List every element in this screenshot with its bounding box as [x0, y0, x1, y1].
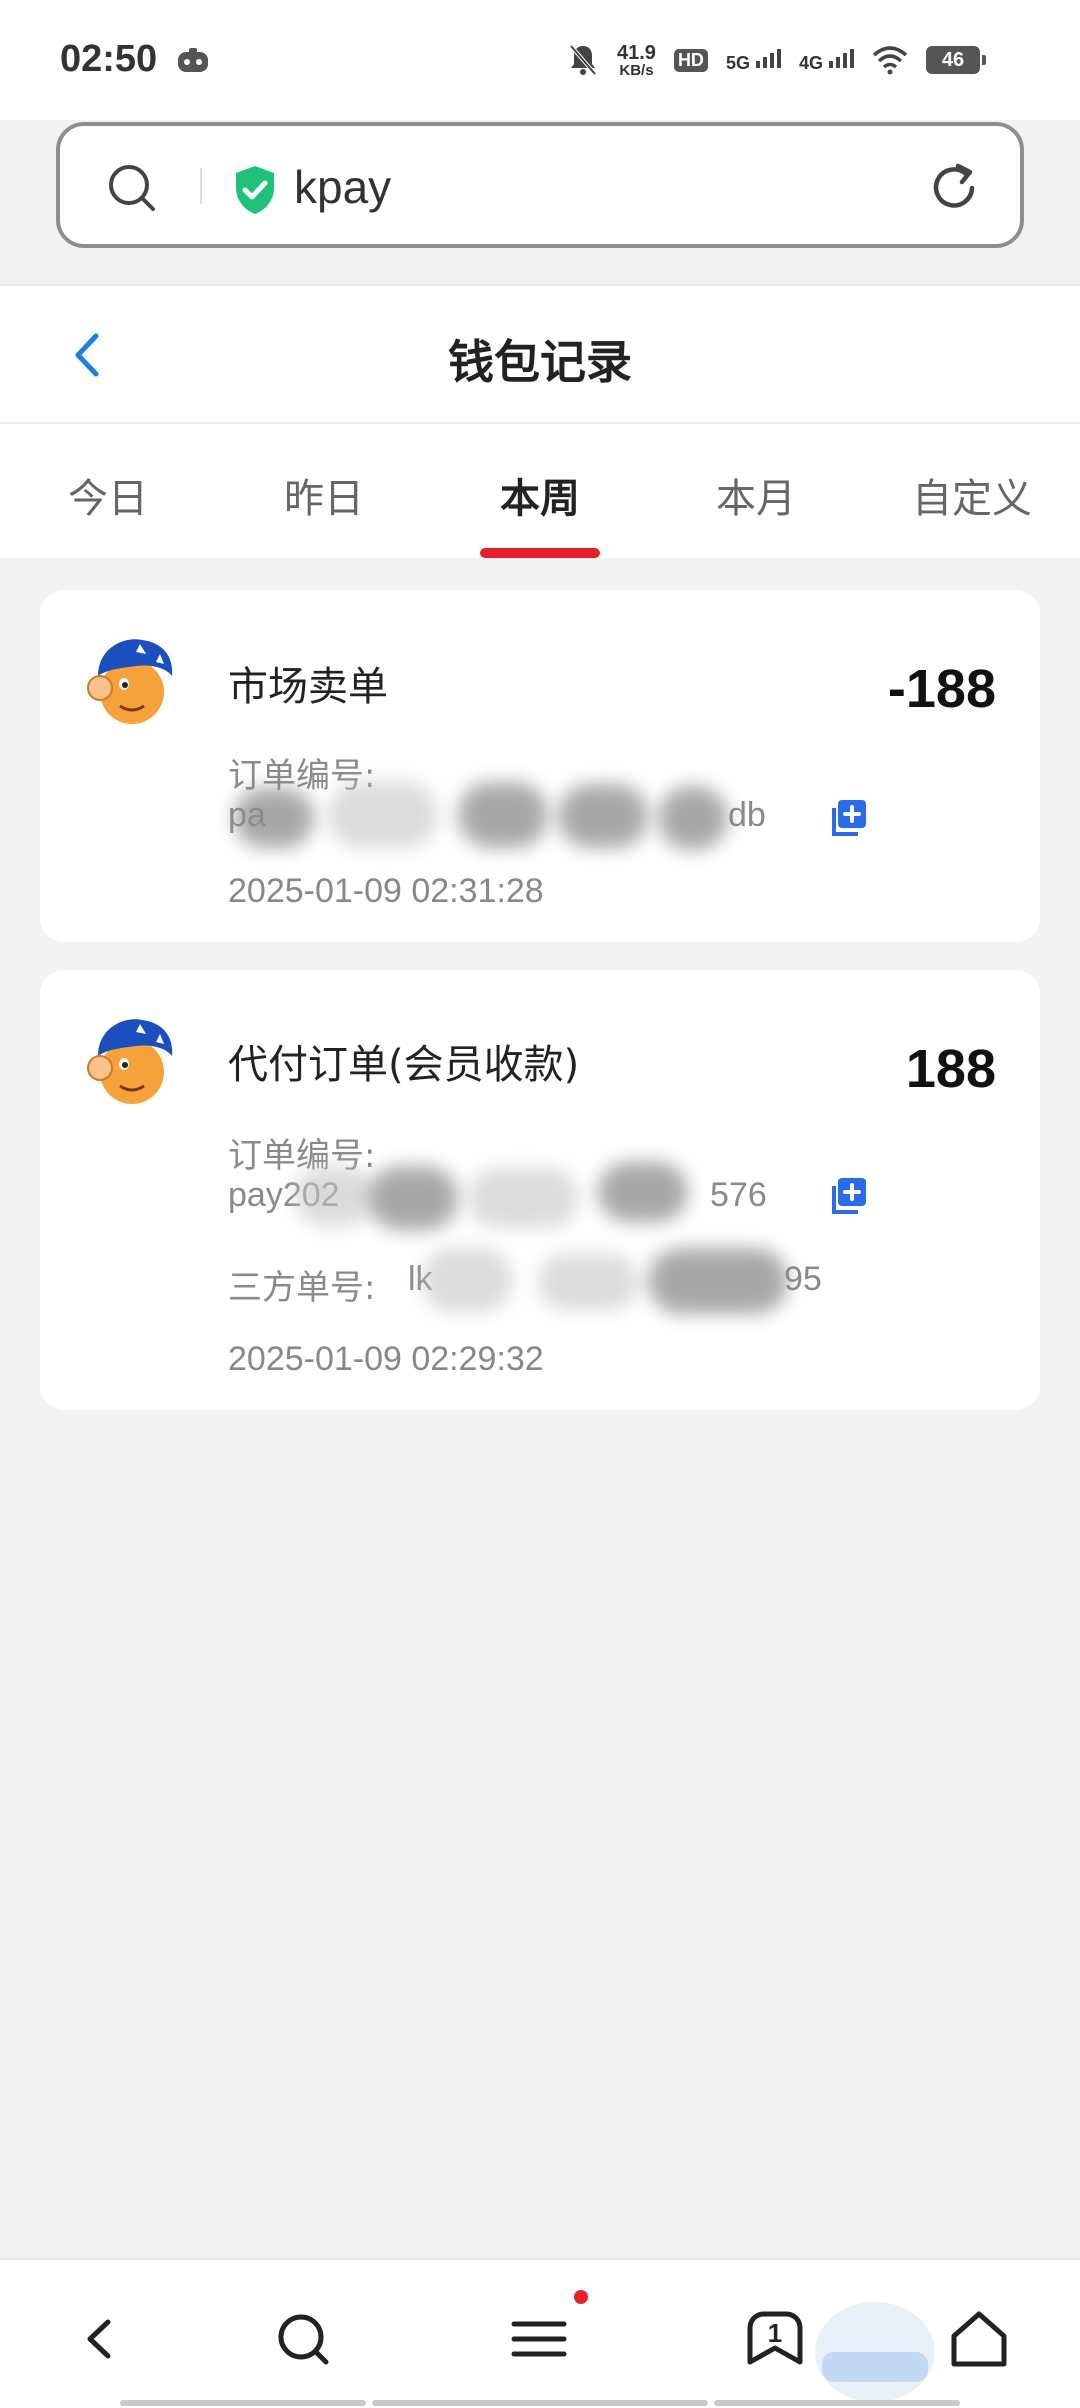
avatar [87, 1019, 173, 1104]
record-title: 代付订单(会员收款) [228, 1042, 580, 1088]
gesture-bar [372, 2400, 708, 2406]
redaction [328, 782, 438, 848]
tab-custom[interactable]: 自定义 [872, 466, 1072, 524]
shield-check-icon [236, 166, 274, 214]
signal-4g-icon: 4G [799, 47, 854, 74]
battery-icon: 46 [926, 46, 986, 74]
record-amount: 188 [905, 1039, 996, 1099]
record-title: 市场卖单 [228, 664, 388, 710]
notification-dot [574, 2290, 588, 2304]
url-divider [200, 168, 202, 204]
tab-this-week[interactable]: 本周 [440, 466, 640, 524]
redaction [422, 1248, 512, 1312]
game-controller-icon [178, 48, 208, 72]
url-text[interactable]: kpay [294, 160, 391, 214]
redaction [538, 1254, 638, 1310]
copy-icon[interactable] [828, 1176, 868, 1216]
hd-icon: HD [673, 48, 708, 72]
page-header: 钱包记录 [0, 286, 1080, 424]
menu-icon[interactable] [504, 2304, 574, 2374]
status-time: 02:50 [60, 38, 158, 80]
avatar [87, 639, 173, 724]
redaction [234, 788, 314, 848]
gesture-bar [120, 2400, 366, 2406]
redaction [648, 1248, 788, 1314]
wifi-icon [872, 46, 908, 75]
search-icon[interactable] [106, 162, 158, 214]
period-tabs: 今日 昨日 本周 本月 自定义 [0, 424, 1080, 558]
address-bar[interactable]: kpay [56, 122, 1024, 248]
redaction [294, 1166, 374, 1226]
redaction [368, 1166, 458, 1230]
browser-bottom-nav: 1 [0, 2258, 1080, 2408]
back-arrow-icon[interactable] [66, 2304, 136, 2374]
record-card[interactable]: 市场卖单 -188 订单编号: pa db 2025-01-09 02:31:2… [40, 590, 1040, 942]
order-number-value: pa db [228, 782, 808, 850]
tab-indicator [480, 548, 600, 558]
order-number-value: pay202 576 [228, 1162, 808, 1230]
redaction [658, 786, 728, 850]
record-card[interactable]: 代付订单(会员收款) 188 订单编号: pay202 576 三方单号: lk… [40, 970, 1040, 1410]
tab-yesterday[interactable]: 昨日 [224, 466, 424, 524]
goggles-mascot-icon [815, 2302, 935, 2402]
copy-icon[interactable] [828, 798, 868, 838]
refresh-icon[interactable] [926, 160, 982, 216]
signal-5g-icon: 5G [726, 47, 781, 74]
tab-today[interactable]: 今日 [8, 466, 208, 524]
page-title: 钱包记录 [448, 335, 632, 389]
mute-bell-icon [569, 44, 597, 76]
home-icon[interactable] [944, 2304, 1014, 2374]
redaction [458, 782, 548, 848]
net-speed: 41.9 KB/s [617, 41, 656, 79]
tab-this-month[interactable]: 本月 [656, 466, 856, 524]
redaction [598, 1162, 688, 1222]
record-amount: -188 [887, 659, 996, 719]
gesture-bar [714, 2400, 960, 2406]
redaction [558, 784, 648, 848]
record-time: 2025-01-09 02:29:32 [228, 1340, 544, 1378]
status-icons: 41.9 KB/s HD 5G 4G 46 [567, 40, 986, 80]
search-icon[interactable] [268, 2304, 338, 2374]
redaction [468, 1168, 578, 1228]
third-party-number: 三方单号: lk 95 [228, 1248, 828, 1314]
status-bar: 02:50 41.9 KB/s HD 5G 4G 46 [0, 0, 1080, 120]
record-time: 2025-01-09 02:31:28 [228, 872, 544, 910]
